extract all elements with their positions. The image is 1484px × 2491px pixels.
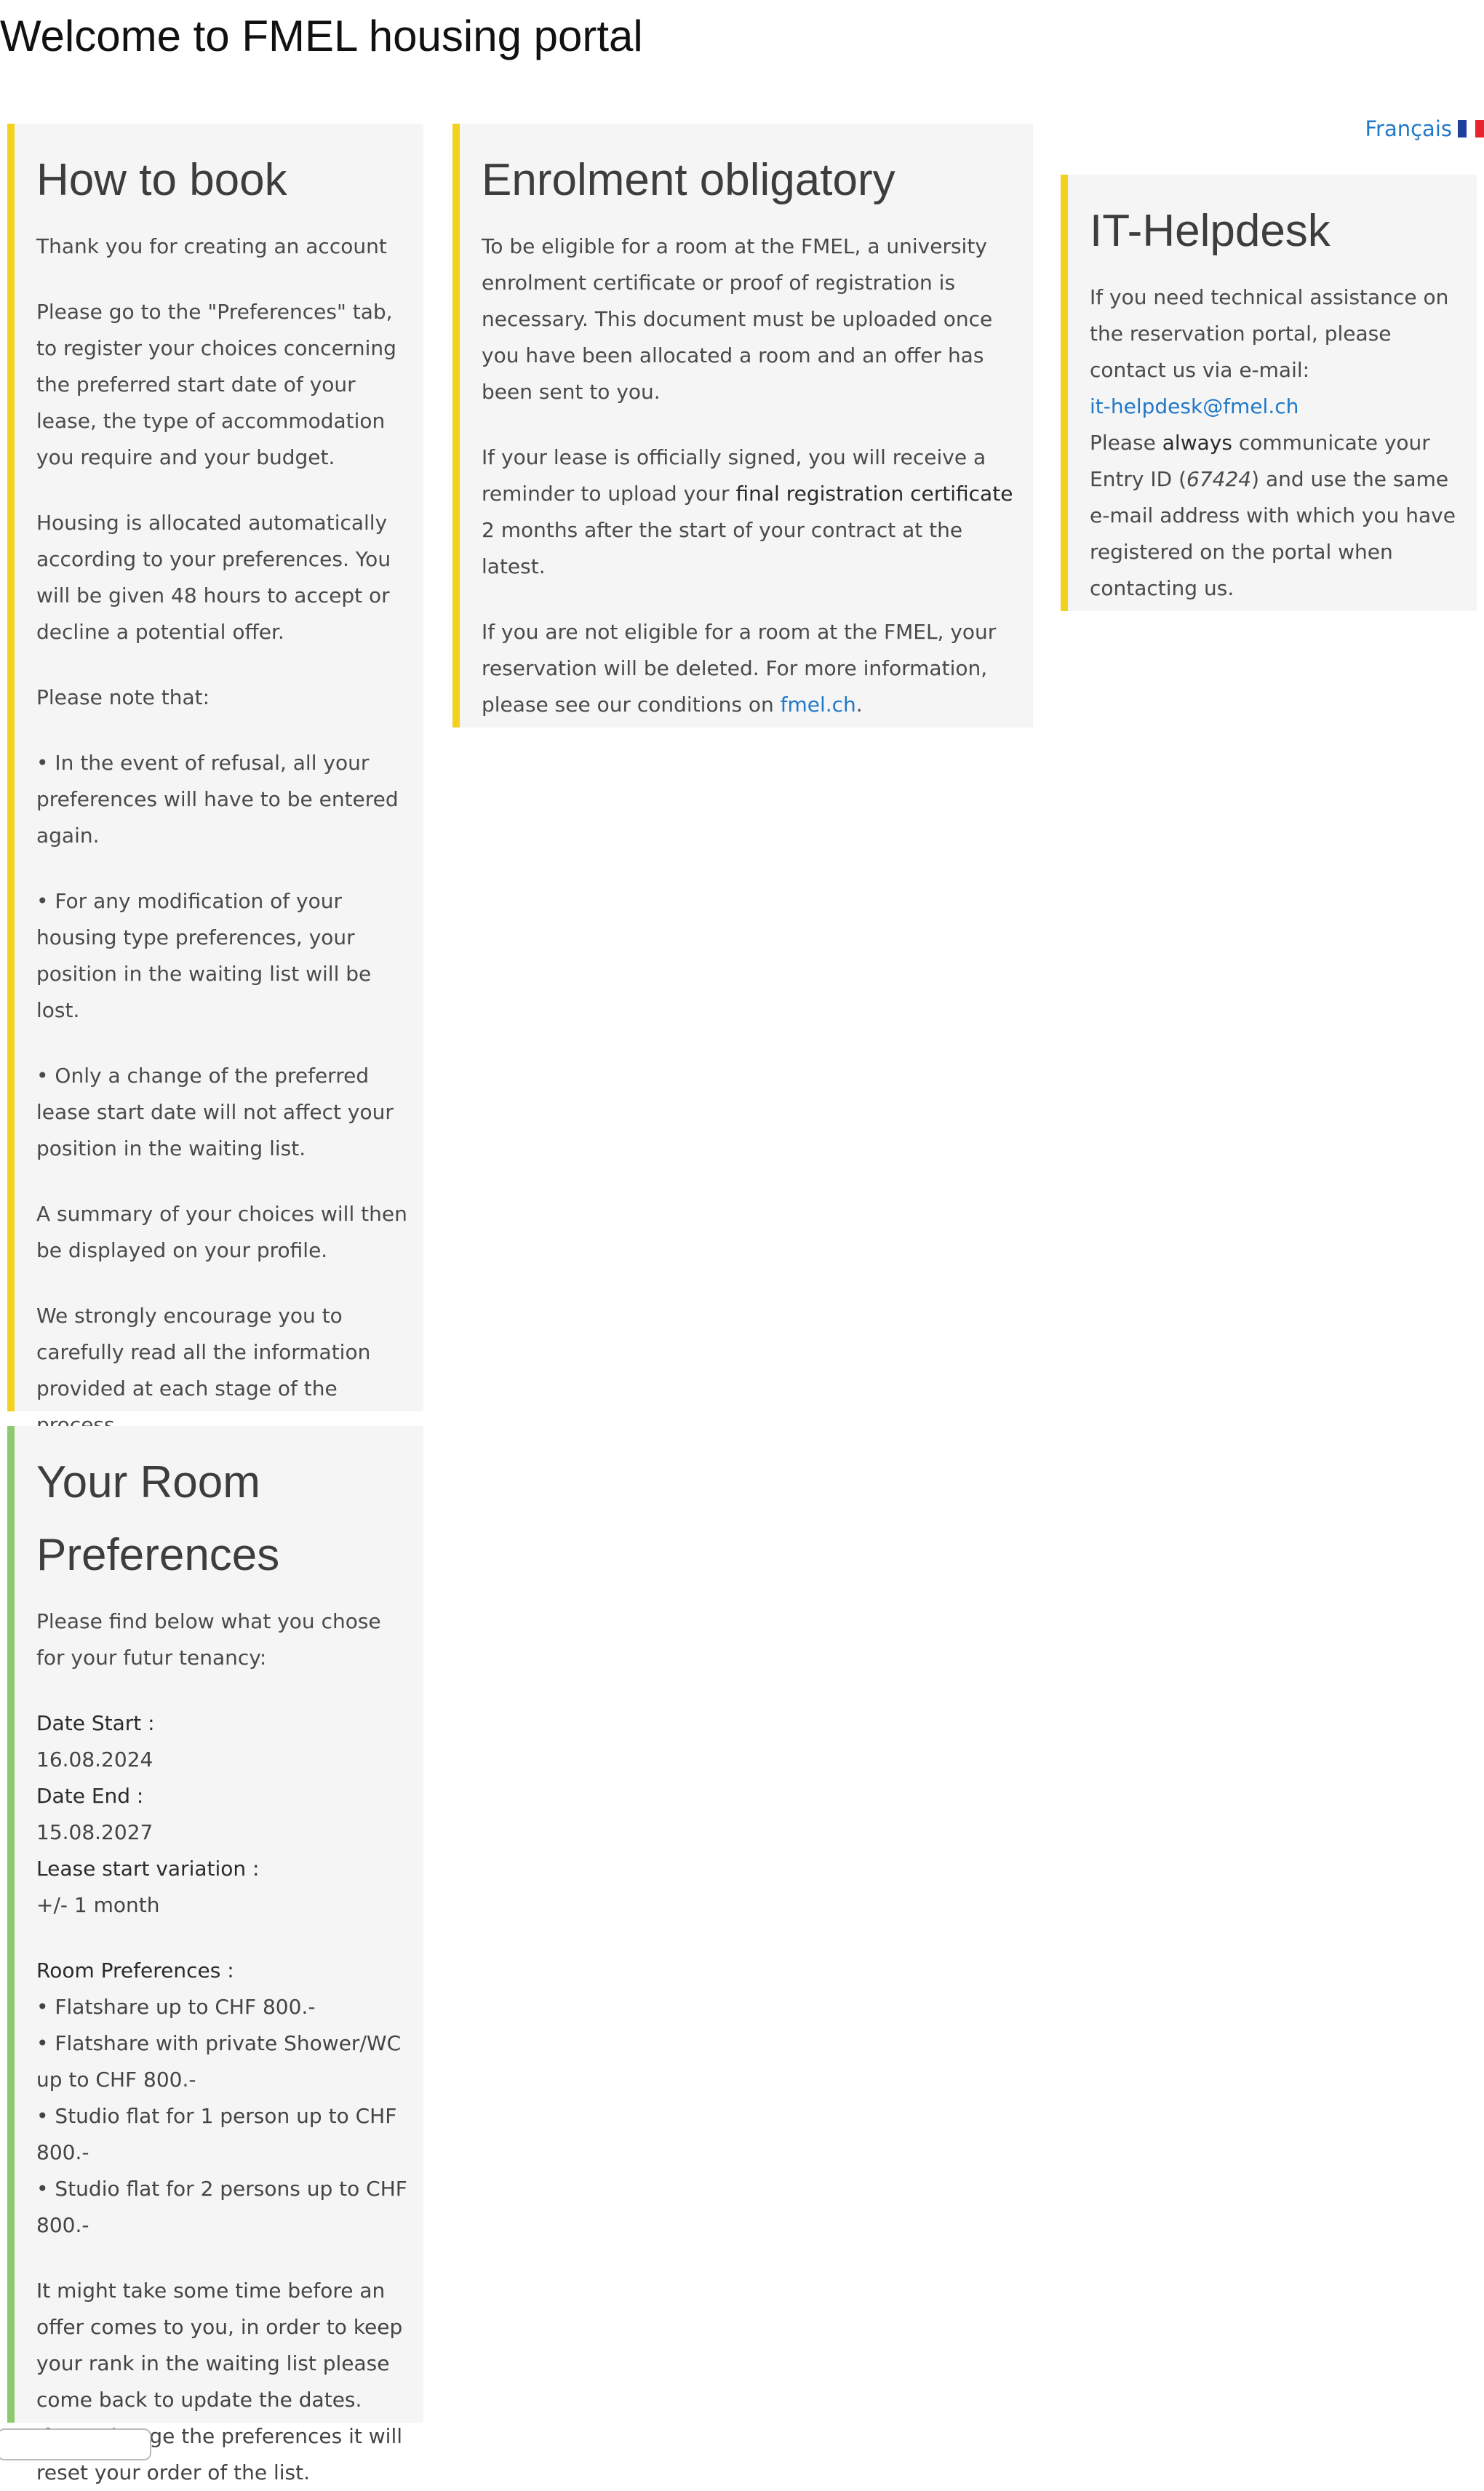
room-preferences-card: Your Room Preferences Please find below … (7, 1426, 423, 2484)
encouragement-text: We strongly encourage you to carefully r… (36, 1304, 371, 1437)
helpdesk-contact-text: If you need technical assistance on the … (1090, 285, 1449, 382)
how-to-book-preferences-text: Please go to the "Preferences" tab, to r… (36, 300, 396, 469)
room-preferences-title: Your Room Preferences (36, 1457, 280, 1580)
how-to-book-card: How to book Thank you for creating an ac… (7, 124, 423, 1437)
list-item: • Flatshare with private Shower/WC up to… (36, 2031, 402, 2092)
note-bullet-modification: • For any modification of your housing t… (36, 889, 372, 1022)
how-to-book-intro: Thank you for creating an account (36, 234, 387, 258)
enrolment-eligibility-text: To be eligible for a room at the FMEL, a… (482, 234, 993, 404)
helpdesk-entry-id-text: Please always communicate your Entry ID … (1090, 431, 1456, 600)
entry-id: 67424 (1186, 467, 1252, 491)
lease-variation-row: Lease start variation : +/- 1 month (36, 1857, 260, 1917)
helpdesk-email-link[interactable]: it-helpdesk@fmel.ch (1090, 394, 1298, 418)
enrolment-reminder-text: If your lease is officially signed, you … (482, 445, 1013, 578)
partial-button[interactable] (0, 2428, 151, 2460)
enrolment-title: Enrolment obligatory (482, 155, 895, 205)
how-to-book-allocation-text: Housing is allocated automatically accor… (36, 511, 391, 644)
it-helpdesk-card: IT-Helpdesk If you need technical assist… (1061, 175, 1477, 611)
room-preferences-list: Room Preferences : • Flatshare up to CHF… (36, 1953, 407, 2244)
summary-text: A summary of your choices will then be d… (36, 1202, 407, 1262)
it-helpdesk-title: IT-Helpdesk (1090, 206, 1331, 256)
list-item: • Studio flat for 2 persons up to CHF 80… (36, 2177, 407, 2237)
enrolment-card: Enrolment obligatory To be eligible for … (452, 124, 1033, 728)
lease-dates: Date Start : 16.08.2024 Date End : 15.08… (36, 1705, 407, 1924)
language-label: Français (1365, 116, 1452, 141)
note-bullet-refusal: • In the event of refusal, all your pref… (36, 751, 399, 848)
language-switch-link[interactable]: Français (1365, 111, 1484, 147)
list-item: • Studio flat for 1 person up to CHF 800… (36, 2104, 397, 2164)
final-registration-certificate: final registration certificate (735, 482, 1013, 506)
french-flag-icon (1458, 120, 1484, 137)
note-bullet-start-date: • Only a change of the preferred lease s… (36, 1064, 394, 1160)
page-title: Welcome to FMEL housing portal (0, 12, 643, 60)
please-note-heading: Please note that: (36, 685, 210, 709)
fmel-link[interactable]: fmel.ch (781, 693, 856, 717)
list-item: • Flatshare up to CHF 800.- (36, 1995, 316, 2019)
enrolment-conditions-text: If you are not eligible for a room at th… (482, 620, 997, 717)
date-end-row: Date End : 15.08.2027 (36, 1784, 153, 1844)
date-start-row: Date Start : 16.08.2024 (36, 1711, 155, 1771)
room-preferences-heading: Room Preferences : (36, 1958, 234, 1982)
how-to-book-title: How to book (36, 155, 287, 205)
room-preferences-intro: Please find below what you chose for you… (36, 1609, 381, 1670)
